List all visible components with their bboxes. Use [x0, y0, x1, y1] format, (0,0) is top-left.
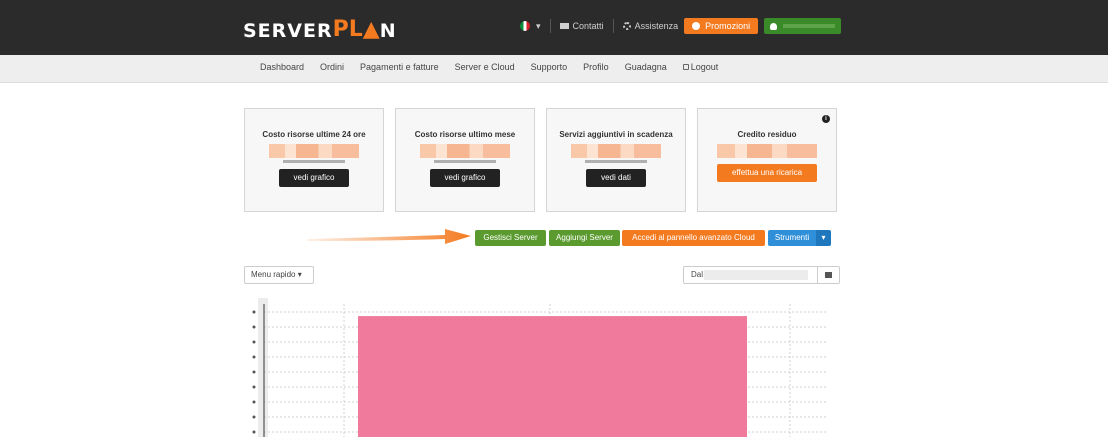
promotions-label: Promozioni: [705, 21, 751, 31]
nav-dashboard[interactable]: Dashboard: [260, 62, 304, 72]
pointer-arrow-icon: [307, 229, 471, 244]
view-chart-24h-button[interactable]: vedi grafico: [279, 169, 349, 187]
quick-menu-label: Menu rapido: [251, 270, 296, 279]
info-icon[interactable]: i: [822, 115, 830, 123]
caret-down-icon: ▾: [297, 270, 302, 279]
nav-logout[interactable]: Logout: [682, 62, 719, 72]
view-data-button[interactable]: vedi dati: [586, 169, 646, 187]
card-title: Costo risorse ultimo mese: [414, 130, 516, 139]
redacted-value: [571, 144, 661, 158]
quick-menu-dropdown[interactable]: Menu rapido ▾: [244, 266, 314, 284]
nav-earn[interactable]: Guadagna: [625, 62, 667, 72]
calendar-icon: [825, 272, 832, 278]
y-tick-mark: [252, 340, 256, 344]
envelope-icon: [559, 23, 569, 29]
date-from-input[interactable]: [704, 270, 808, 280]
y-tick-mark: [252, 370, 256, 374]
nav-server-cloud[interactable]: Server e Cloud: [455, 62, 515, 72]
calendar-button[interactable]: [817, 267, 839, 283]
chevron-down-icon[interactable]: ▾: [536, 21, 541, 32]
card-cost-month: Costo risorse ultimo mese vedi grafico: [395, 108, 535, 212]
redacted-value: [585, 160, 647, 163]
gift-icon: [692, 22, 701, 30]
divider: [549, 19, 551, 33]
redacted-value: [283, 160, 345, 163]
language-flag-icon[interactable]: [520, 21, 530, 31]
y-tick-mark: [252, 310, 256, 314]
y-tick-mark: [252, 400, 256, 404]
main-nav: Dashboard Ordini Pagamenti e fatture Ser…: [0, 55, 1108, 83]
tools-button[interactable]: Strumenti: [768, 230, 816, 246]
resource-chart: [252, 298, 828, 437]
redacted-value: [269, 144, 359, 158]
divider: [612, 19, 614, 33]
redacted-value: [420, 144, 510, 158]
user-icon: [770, 22, 778, 30]
nav-profile[interactable]: Profilo: [583, 62, 609, 72]
manage-server-button[interactable]: Gestisci Server: [475, 230, 546, 246]
card-title: Credito residuo: [737, 130, 797, 139]
cloud-panel-button[interactable]: Accedi al pannello avanzato Cloud: [622, 230, 765, 246]
caret-down-icon: ▾: [821, 233, 826, 242]
add-server-button[interactable]: Aggiungi Server: [549, 230, 620, 246]
redacted-value: [717, 144, 817, 158]
lock-icon: [682, 64, 689, 70]
redacted-value: [434, 160, 496, 163]
top-up-button[interactable]: effettua una ricarica: [717, 164, 817, 182]
card-expiring-services: Servizi aggiuntivi in scadenza vedi dati: [546, 108, 686, 212]
y-tick-mark: [252, 325, 256, 329]
card-cost-24h: Costo risorse ultime 24 ore vedi grafico: [244, 108, 384, 212]
nav-support[interactable]: Supporto: [531, 62, 568, 72]
card-title: Servizi aggiuntivi in scadenza: [559, 130, 673, 139]
promotions-button[interactable]: Promozioni: [684, 18, 759, 34]
view-chart-month-button[interactable]: vedi grafico: [430, 169, 500, 187]
nav-orders[interactable]: Ordini: [320, 62, 344, 72]
y-axis-strip: [258, 298, 268, 437]
y-tick-mark: [252, 415, 256, 419]
top-bar: SERVER PL ▲ N ▾ Contatti Assistenza Promozi…: [0, 0, 1108, 55]
serverplan-logo[interactable]: SERVER PL ▲ N: [243, 17, 397, 42]
date-filter: Dal: [683, 266, 840, 284]
user-account-button[interactable]: [764, 18, 842, 34]
card-remaining-credit: i Credito residuo effettua una ricarica: [697, 108, 837, 212]
logout-label: Logout: [690, 62, 719, 72]
date-from-label: Dal: [691, 270, 704, 279]
gear-icon: [622, 22, 631, 30]
y-tick-mark: [252, 385, 256, 389]
assistance-label: Assistenza: [634, 21, 679, 31]
y-tick-mark: [252, 430, 256, 434]
card-title: Costo risorse ultime 24 ore: [262, 130, 366, 139]
contacts-label: Contatti: [572, 21, 604, 31]
contacts-link[interactable]: Contatti: [559, 21, 604, 31]
y-tick-mark: [252, 355, 256, 359]
tools-dropdown-toggle[interactable]: ▾: [816, 230, 831, 246]
nav-payments[interactable]: Pagamenti e fatture: [360, 62, 439, 72]
assistance-link[interactable]: Assistenza: [622, 21, 679, 31]
chart-bar: [358, 316, 747, 437]
user-name-redacted: [783, 24, 836, 28]
